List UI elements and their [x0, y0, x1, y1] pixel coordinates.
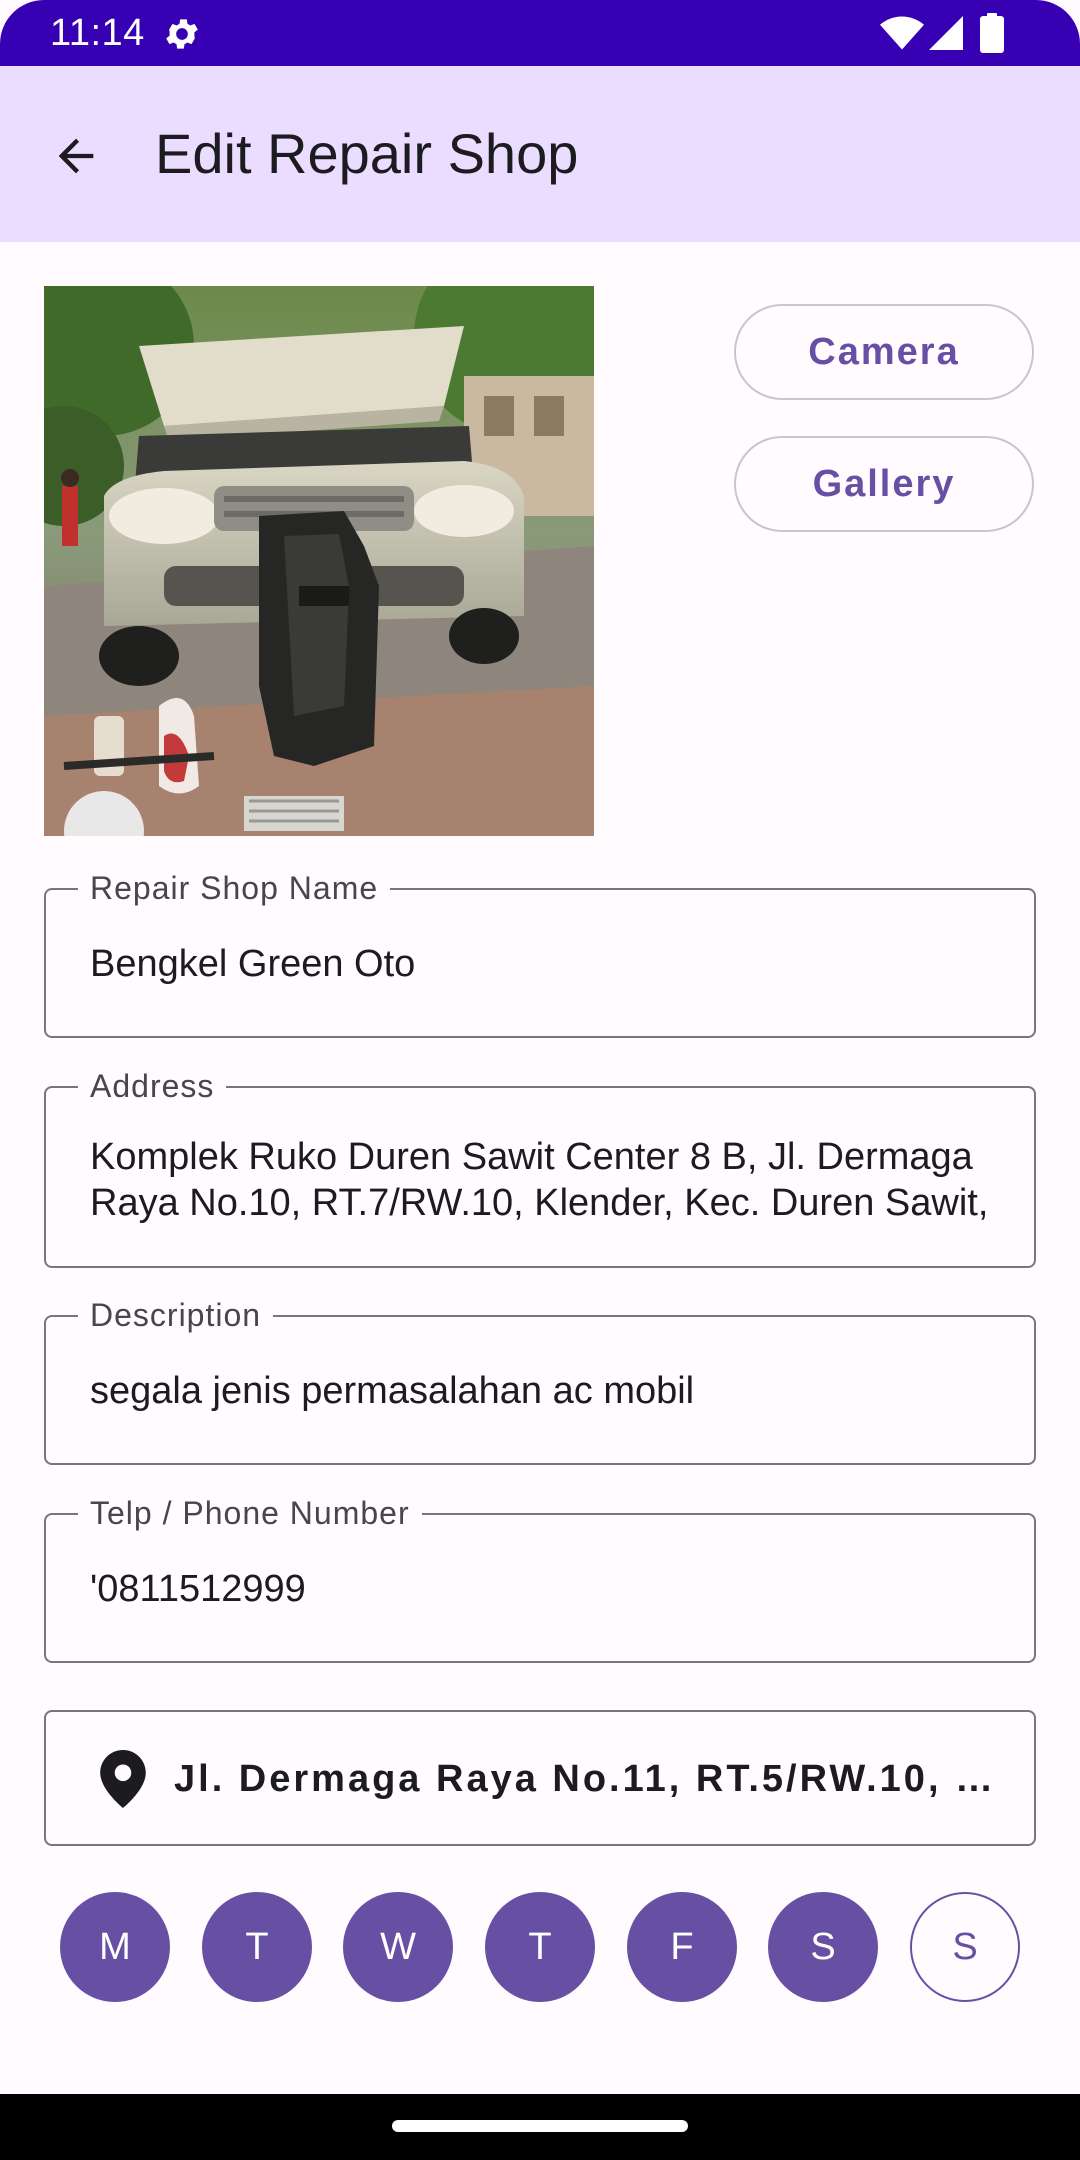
gallery-button[interactable]: Gallery — [734, 436, 1034, 532]
description-label: Description — [78, 1295, 274, 1335]
day-toggle-friday[interactable]: F — [627, 1892, 737, 2002]
arrow-back-icon — [58, 138, 94, 174]
day-toggle-thursday[interactable]: T — [485, 1892, 595, 2002]
location-address: Jl. Dermaga Raya No.11, RT.5/RW.10, … — [174, 1758, 997, 1800]
day-toggle-saturday[interactable]: S — [768, 1892, 878, 2002]
camera-button[interactable]: Camera — [734, 304, 1034, 400]
day-toggle-sunday[interactable]: S — [910, 1892, 1020, 2002]
app-bar: Edit Repair Shop — [0, 66, 1080, 242]
signal-icon — [929, 16, 963, 50]
car-repair-photo — [44, 286, 594, 836]
home-gesture-handle[interactable] — [392, 2120, 688, 2132]
day-toggle-monday[interactable]: M — [60, 1892, 170, 2002]
shop-photo — [44, 286, 594, 836]
location-picker[interactable]: Jl. Dermaga Raya No.11, RT.5/RW.10, … — [44, 1710, 1036, 1846]
repair-shop-name-field[interactable]: Repair Shop Name Bengkel Green Oto — [44, 868, 1036, 1038]
edit-repair-shop-screen: 11:14 Edit Repair Shop Camera Gallery Re… — [0, 0, 1080, 2160]
address-value[interactable]: Komplek Ruko Duren Sawit Center 8 B, Jl.… — [90, 1134, 994, 1226]
phone-number-value[interactable]: '0811512999 — [90, 1566, 994, 1612]
navigation-bar — [0, 2094, 1080, 2160]
day-toggle-wednesday[interactable]: W — [343, 1892, 453, 2002]
wifi-icon — [880, 16, 924, 50]
phone-number-label: Telp / Phone Number — [78, 1493, 422, 1533]
phone-number-field[interactable]: Telp / Phone Number '0811512999 — [44, 1493, 1036, 1663]
location-pin-icon — [100, 1750, 146, 1808]
day-toggle-tuesday[interactable]: T — [202, 1892, 312, 2002]
status-bar: 11:14 — [0, 0, 1080, 66]
description-field[interactable]: Description segala jenis permasalahan ac… — [44, 1295, 1036, 1465]
repair-shop-name-label: Repair Shop Name — [78, 868, 391, 908]
repair-shop-name-value[interactable]: Bengkel Green Oto — [90, 941, 994, 987]
status-time: 11:14 — [50, 12, 145, 54]
address-field[interactable]: Address Komplek Ruko Duren Sawit Center … — [44, 1066, 1036, 1268]
gear-icon — [166, 19, 198, 49]
back-button[interactable] — [36, 116, 116, 196]
description-value[interactable]: segala jenis permasalahan ac mobil — [90, 1368, 994, 1414]
battery-icon — [980, 13, 1004, 53]
page-title: Edit Repair Shop — [155, 122, 579, 185]
address-label: Address — [78, 1066, 227, 1106]
